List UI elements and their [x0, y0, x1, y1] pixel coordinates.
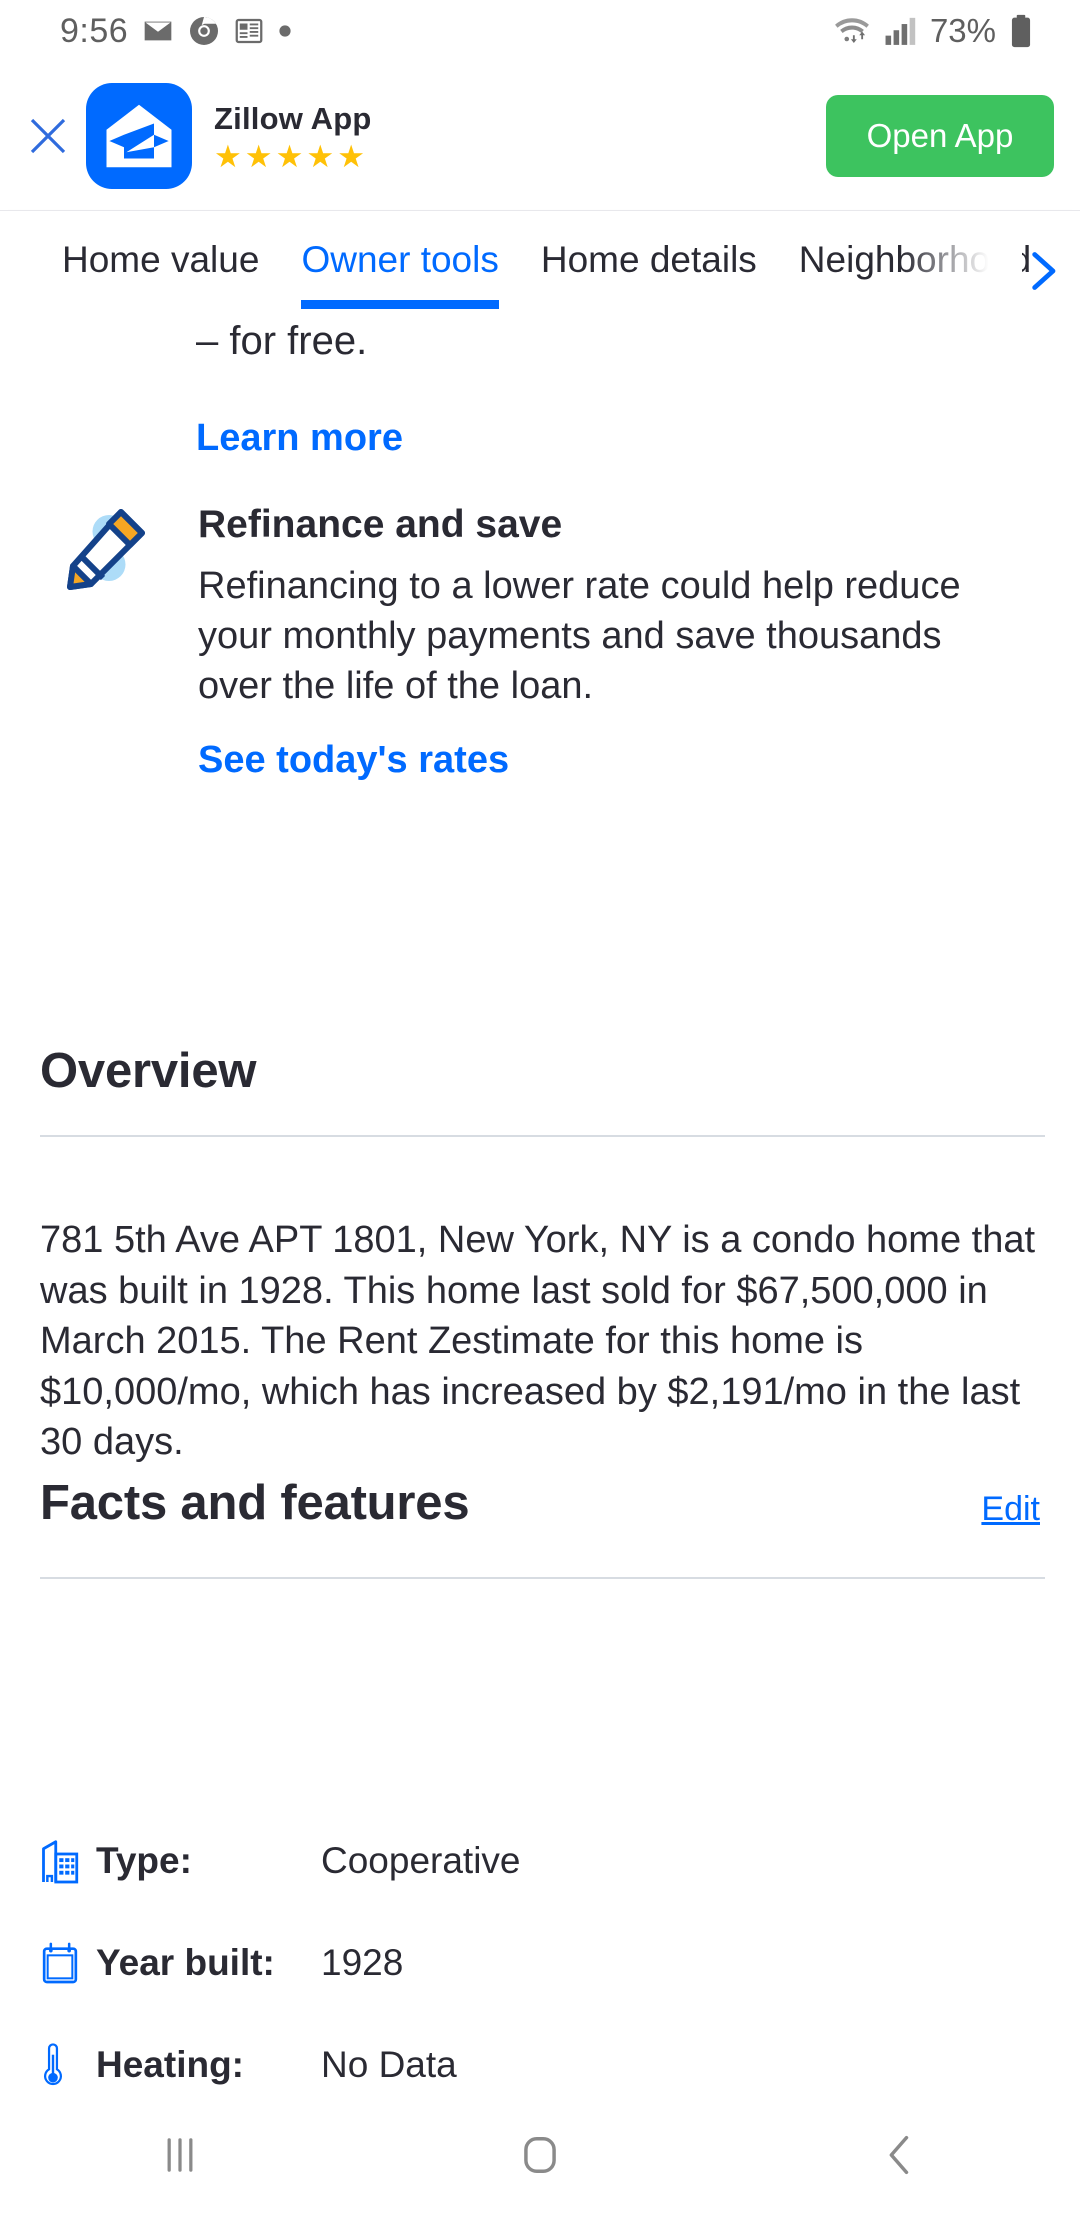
fact-row: Year built: 1928 — [40, 1912, 1050, 2014]
edit-facts-link[interactable]: Edit — [981, 1490, 1040, 1529]
calendar-icon — [42, 1942, 78, 1984]
pencil-icon — [67, 509, 145, 590]
recents-icon — [167, 2138, 193, 2172]
learn-more-link[interactable]: Learn more — [196, 417, 403, 460]
thermometer-icon-wrap — [40, 2041, 96, 2089]
tab-owner-tools[interactable]: Owner tools — [301, 211, 499, 309]
thermometer-icon — [44, 2043, 62, 2086]
battery-percent: 73% — [929, 12, 996, 49]
tab-home-details[interactable]: Home details — [541, 211, 757, 281]
fact-label: Type: — [96, 1840, 192, 1881]
fact-row: Type: Cooperative — [40, 1810, 1050, 1912]
status-bar-clock: 9:56 — [60, 11, 129, 50]
news-icon — [235, 18, 263, 44]
close-banner-button[interactable] — [18, 106, 78, 166]
home-button[interactable] — [480, 2095, 600, 2215]
chrome-icon — [190, 17, 219, 45]
section-tab-bar: Home value Owner tools Home details Neig… — [0, 210, 1080, 335]
chevron-right-icon — [1032, 252, 1056, 290]
tab-list: Home value Owner tools Home details Neig… — [0, 211, 1080, 335]
facts-heading: Facts and features — [40, 1476, 470, 1530]
battery-icon — [1011, 14, 1031, 48]
overview-divider — [40, 1135, 1045, 1137]
tab-home-value[interactable]: Home value — [62, 211, 259, 281]
back-icon — [889, 2135, 909, 2175]
building-icon-wrap — [40, 1838, 96, 1884]
fact-label: Year built: — [96, 1942, 275, 1983]
see-todays-rates-link[interactable]: See today's rates — [198, 739, 509, 782]
star-icon: ★ — [337, 138, 365, 174]
app-install-banner: Zillow App ★ ★ ★ ★ ★ Open App — [0, 62, 1080, 210]
android-navigation-bar — [0, 2090, 1080, 2220]
refinance-promo-body: Refinance and save Refinancing to a lowe… — [198, 503, 1018, 782]
refinance-promo-card: Refinance and save Refinancing to a lowe… — [0, 503, 1080, 782]
tab-label: Home value — [62, 239, 260, 280]
back-button[interactable] — [840, 2095, 960, 2215]
home-button-icon — [524, 2137, 556, 2173]
status-bar: 9:56 73% — [0, 0, 1080, 62]
building-icon — [42, 1840, 79, 1884]
open-app-button[interactable]: Open App — [826, 95, 1054, 177]
overview-description: 781 5th Ave APT 1801, New York, NY is a … — [40, 1219, 1036, 1464]
tab-label: Home details — [540, 239, 757, 280]
close-icon — [30, 118, 66, 154]
fact-value: Cooperative — [321, 1840, 521, 1881]
zillow-logo-icon — [106, 104, 172, 168]
tab-label: Neighborhood — [798, 239, 1032, 280]
status-bar-right: 73% — [832, 12, 1080, 50]
overview-heading: Overview — [40, 1044, 257, 1098]
calendar-icon-wrap — [40, 1940, 96, 1986]
star-icon: ★ — [214, 138, 242, 174]
recents-button[interactable] — [120, 2095, 240, 2215]
cellular-signal-icon — [885, 17, 916, 45]
mail-icon — [144, 21, 172, 41]
dot-icon — [279, 25, 291, 37]
wifi-icon — [835, 18, 869, 43]
page-content: – for free. Learn more Refinance and sav… — [0, 319, 1080, 2090]
facts-divider — [40, 1577, 1045, 1579]
refinance-promo-text: Refinancing to a lower rate could help r… — [198, 565, 961, 708]
star-icon: ★ — [275, 138, 304, 174]
app-name: Zillow App — [214, 100, 372, 136]
app-meta: Zillow App ★ ★ ★ ★ ★ — [214, 101, 372, 172]
facts-list: Type: Cooperative Year built: 1928 Heati… — [40, 1810, 1050, 2116]
star-icon: ★ — [306, 138, 335, 174]
fact-value: 1928 — [321, 1942, 404, 1983]
fact-value: No Data — [321, 2044, 457, 2085]
app-rating-stars: ★ ★ ★ ★ ★ — [214, 141, 372, 172]
app-icon[interactable] — [86, 83, 192, 189]
tabs-scroll-right-button[interactable] — [1014, 243, 1070, 299]
star-icon: ★ — [244, 138, 273, 174]
status-bar-left: 9:56 — [0, 12, 292, 51]
pencil-icon-wrap — [58, 503, 154, 599]
clipped-promo-text: – for free. — [196, 319, 368, 363]
fact-label: Heating: — [96, 2044, 244, 2085]
phone-screen: 9:56 73% Zillow App ★ ★ ★ ★ ★ Open App H… — [0, 0, 1080, 2220]
tab-label: Owner tools — [301, 239, 499, 280]
tab-neighborhood[interactable]: Neighborhood — [799, 211, 1031, 281]
refinance-promo-title: Refinance and save — [198, 503, 563, 546]
tab-active-indicator — [301, 300, 499, 309]
